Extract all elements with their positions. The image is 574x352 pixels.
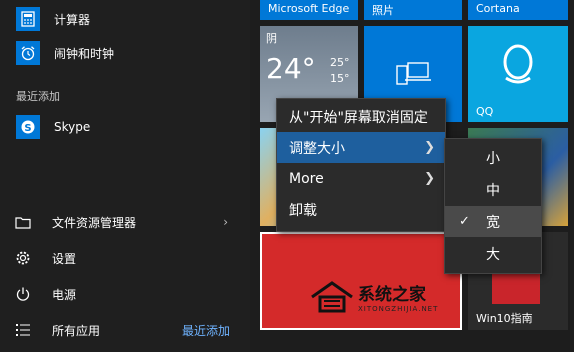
list-icon (14, 321, 32, 339)
tile-context-menu: 从"开始"屏幕取消固定 调整大小 ❯ More ❯ 卸载 (276, 98, 446, 232)
calculator-icon (16, 7, 40, 31)
size-medium-item[interactable]: 中 (445, 174, 541, 205)
chevron-right-icon[interactable]: › (223, 215, 228, 229)
svg-text:S: S (24, 123, 31, 134)
all-apps-label: 所有应用 (52, 323, 101, 338)
weather-temp: 24° (266, 52, 316, 85)
file-explorer-item[interactable]: 文件资源管理器 › (0, 207, 250, 237)
app-label: 计算器 (54, 12, 91, 27)
menu-item-label: More (289, 170, 324, 187)
app-label: Skype (54, 120, 91, 134)
skype-icon: S (16, 115, 40, 139)
tile-label: QQ (476, 105, 494, 118)
start-app-list: 计算器 闹钟和时钟 最近添加 S Skype 文件资源管理器 › 设置 电源 所… (0, 0, 250, 352)
more-item[interactable]: More ❯ (277, 163, 445, 194)
file-explorer-label: 文件资源管理器 (52, 215, 137, 230)
menu-item-label: 小 (486, 150, 500, 167)
power-icon (14, 285, 32, 303)
qq-tile[interactable]: QQ (468, 26, 568, 122)
menu-item-label: 从"开始"屏幕取消固定 (289, 109, 428, 126)
chevron-right-icon: ❯ (424, 171, 435, 186)
app-calculator[interactable]: 计算器 (0, 2, 250, 36)
qq-penguin-icon (498, 42, 538, 92)
power-label: 电源 (52, 287, 77, 302)
edge-tile[interactable]: Microsoft Edge (260, 0, 358, 20)
all-apps-item[interactable]: 所有应用 最近添加 (0, 315, 250, 345)
watermark-sub: XITONGZHIJIA.NET (358, 305, 439, 313)
menu-item-label: 卸载 (289, 202, 317, 219)
app-skype[interactable]: S Skype (0, 110, 250, 144)
resize-submenu: 小 中 ✓ 宽 大 (444, 138, 542, 274)
phone-laptop-icon (396, 60, 432, 92)
recently-added-link[interactable]: 最近添加 (182, 322, 230, 339)
size-small-item[interactable]: 小 (445, 142, 541, 173)
resize-item[interactable]: 调整大小 ❯ (277, 132, 445, 163)
house-logo-icon (311, 280, 353, 312)
watermark: 系统之家 XITONGZHIJIA.NET (310, 280, 438, 313)
size-large-item[interactable]: 大 (445, 238, 541, 269)
size-wide-item[interactable]: ✓ 宽 (445, 206, 541, 237)
menu-item-label: 调整大小 (289, 140, 345, 157)
app-alarms-clock[interactable]: 闹钟和时钟 (0, 36, 250, 70)
weather-high: 25° (330, 56, 350, 69)
tile-label: Microsoft Edge (268, 2, 350, 15)
recently-added-header: 最近添加 (16, 90, 60, 103)
app-label: 闹钟和时钟 (54, 46, 115, 61)
power-item[interactable]: 电源 (0, 279, 250, 309)
settings-label: 设置 (52, 251, 77, 266)
chevron-right-icon: ❯ (424, 140, 435, 155)
watermark-title: 系统之家 (358, 285, 426, 305)
unpin-from-start-item[interactable]: 从"开始"屏幕取消固定 (277, 101, 445, 132)
gear-icon (14, 249, 32, 267)
tile-label: 照片 (372, 4, 394, 17)
menu-item-label: 大 (486, 246, 500, 263)
menu-item-label: 中 (486, 182, 500, 199)
menu-item-label: 宽 (486, 214, 500, 231)
alarm-clock-icon (16, 41, 40, 65)
settings-item[interactable]: 设置 (0, 243, 250, 273)
checkmark-icon: ✓ (459, 214, 470, 229)
tile-label: Cortana (476, 2, 520, 15)
weather-low: 15° (330, 72, 350, 85)
weather-condition: 阴 (266, 32, 277, 45)
uninstall-item[interactable]: 卸载 (277, 194, 445, 225)
folder-icon (14, 213, 32, 231)
cortana-tile[interactable]: Cortana (468, 0, 568, 20)
photos-tile[interactable]: 照片 (364, 0, 462, 20)
tile-label: Win10指南 (476, 312, 533, 325)
